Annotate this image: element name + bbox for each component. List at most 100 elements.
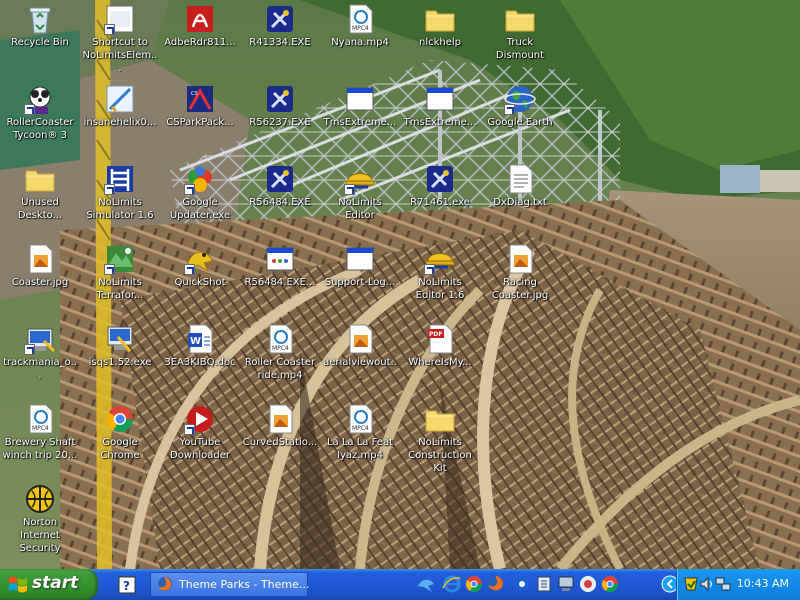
desktop-icon-label: R71461.exe: [410, 197, 470, 208]
chrome-icon[interactable]: [464, 574, 484, 594]
desktop-icon-google-earth[interactable]: Google Earth: [480, 80, 560, 160]
jpg-file-icon: [24, 243, 56, 275]
firefox-icon[interactable]: [486, 574, 506, 594]
desktop-icon-nlckhelp[interactable]: nlckhelp: [400, 0, 480, 80]
svg-text:?: ?: [123, 579, 130, 593]
desktop-icon-r56484-exe[interactable]: R56484.EXE: [240, 160, 320, 240]
desktop-icon-label: Roller Coaster ride.mp4: [244, 357, 316, 381]
desktop-icon-la-la-la[interactable]: MPC4 La La La Feat Iyaz.mp4: [320, 400, 400, 480]
desktop-icon-truck-dismount[interactable]: Truck Dismount: [480, 0, 560, 80]
installer-exe-icon: [264, 163, 296, 195]
desktop-icon-quickshot[interactable]: QuickShot: [160, 240, 240, 320]
recycle-bin-icon: [24, 3, 56, 35]
exe-setup-icon: [24, 323, 56, 355]
desktop-icon-norton[interactable]: Norton Internet Security: [0, 480, 80, 560]
desktop-icon-label: Google Chrome: [100, 437, 140, 461]
desktop-icon-racing-coaster[interactable]: Racing Coaster.jpg: [480, 240, 560, 320]
desktop-icon-label: Racing Coaster.jpg: [491, 277, 549, 301]
desktop-icon-3ea3kibq-doc[interactable]: W 3EA3KIBQ.doc: [160, 320, 240, 400]
svg-text:CS: CS: [191, 91, 198, 97]
media-icon[interactable]: [578, 574, 598, 594]
desktop-icon-brewery-shaft[interactable]: MPC4 Brewery Shaft winch trip 20...: [0, 400, 80, 480]
desktop-icon-label: Shortcut to NoLimitsElem...: [82, 37, 158, 74]
desktop-icon-whereismy[interactable]: PDF WhereIsMy...: [400, 320, 480, 400]
desktop-icon-r56484-exe-window[interactable]: R56484.EXE...: [240, 240, 320, 320]
desktop-icon-nolimits-terraformer[interactable]: NoLimits Terrafor...: [80, 240, 160, 320]
desktop-icon-google-chrome[interactable]: Google Chrome: [80, 400, 160, 480]
desktop-icon-tmsextreme-2[interactable]: TmsExtreme...: [400, 80, 480, 160]
desktop-icon-nolimits-editor-16[interactable]: NoLimits Editor 1.6: [400, 240, 480, 320]
desktop-icon-label: isqs1.52.exe: [88, 357, 152, 368]
desktop-icon-label: NoLimits Terrafor...: [96, 277, 144, 301]
windows-logo-icon: [9, 576, 27, 593]
desktop-icon-rollercoaster-tycoon[interactable]: RollerCoaster Tycoon® 3: [0, 80, 80, 160]
desktop-icon-support-log[interactable]: Support-Log...: [320, 240, 400, 320]
desktop-icon-label: NoLimits Construction Kit: [408, 437, 472, 474]
desktop-icon-recycle-bin[interactable]: Recycle Bin: [0, 0, 80, 80]
desktop-icon-label: Recycle Bin: [11, 37, 69, 48]
taskbar-button-firefox[interactable]: Theme Parks - Theme...: [150, 572, 310, 597]
folder-icon: [424, 3, 456, 35]
svg-text:PDF: PDF: [429, 331, 442, 338]
norton-tray-icon[interactable]: [683, 576, 699, 592]
desktop[interactable]: Recycle Bin RollerCoaster Tycoon® 3 Unus…: [0, 0, 800, 569]
desktop-icon-r71461-exe[interactable]: R71461.exe: [400, 160, 480, 240]
desktop-icon-label: La La La Feat Iyaz.mp4: [326, 437, 394, 461]
desktop-icon-shortcut-nolimits[interactable]: Shortcut to NoLimitsElem...: [80, 0, 160, 80]
ie-icon[interactable]: [442, 574, 462, 594]
installer-exe-icon: [264, 3, 296, 35]
desktop-icon-label: Brewery Shaft winch trip 20...: [2, 437, 78, 461]
desktop-icon-label: Nyana.mp4: [331, 37, 389, 48]
desktop-icon-nolimits-simulator[interactable]: NoLimits Simulator 1.6: [80, 160, 160, 240]
desktop-icon-nolimits-construction-kit[interactable]: NoLimits Construction Kit: [400, 400, 480, 480]
nolimits-editor-icon: [424, 243, 456, 275]
jpg-file-icon: [344, 323, 376, 355]
desktop-icon-label: Google Earth: [487, 117, 553, 128]
desktop-icon-aerialviewout[interactable]: aerialviewout...: [320, 320, 400, 400]
desktop-icon-insanehelix[interactable]: insanehelix0...: [80, 80, 160, 160]
network-icon[interactable]: [534, 574, 554, 594]
desktop-icon-trackmania[interactable]: trackmania_o...: [0, 320, 80, 400]
help-icon[interactable]: ?: [118, 576, 136, 594]
desktop-icon-label: TmsExtreme...: [403, 117, 477, 128]
nolimits-simulator-icon: [104, 163, 136, 195]
adobe-reader-installer-icon: [184, 3, 216, 35]
shortcut-app-icon: [104, 3, 136, 35]
messenger-icon[interactable]: [512, 574, 532, 594]
mp4-file-icon: MPC4: [344, 3, 376, 35]
desktop-icon-unused-desktop[interactable]: Unused Deskto...: [0, 160, 80, 240]
desktop-icon-r56237-exe[interactable]: R56237.EXE: [240, 80, 320, 160]
google-earth-icon: [504, 83, 536, 115]
volume-icon[interactable]: [699, 576, 715, 592]
desktop-icon-google-updater[interactable]: Google Updater.exe: [160, 160, 240, 240]
desktop-icon-coaster-jpg[interactable]: Coaster.jpg: [0, 240, 80, 320]
csparkpack-icon: CS: [184, 83, 216, 115]
desktop-icon-tmsextreme-1[interactable]: TmsExtreme...: [320, 80, 400, 160]
desktop-icon-label: NoLimits Editor 1.6: [415, 277, 465, 301]
start-button[interactable]: start: [0, 569, 98, 600]
jpg-file-icon: [264, 403, 296, 435]
network-tray-icon[interactable]: [715, 576, 731, 592]
desktop-icon-nyana-mp4[interactable]: MPC4 Nyana.mp4: [320, 0, 400, 80]
taskbar-button-label: Theme Parks - Theme...: [179, 578, 310, 591]
folder-icon: [424, 403, 456, 435]
desktop-icon-r41334-exe[interactable]: R41334.EXE: [240, 0, 320, 80]
desktop-icon-youtube-downloader[interactable]: YouTube Downloader: [160, 400, 240, 480]
exe-window-icon: [264, 243, 296, 275]
desktop-icon-roller-coaster-ride[interactable]: MPC4 Roller Coaster ride.mp4: [240, 320, 320, 400]
desktop-icon-adobe-reader[interactable]: AdbeRdr811...: [160, 0, 240, 80]
desktop-icon-label: WhereIsMy...: [408, 357, 472, 368]
desktop-icon-label: CurvedStatio...: [242, 437, 318, 448]
desktop-icon-nolimits-editor[interactable]: NoLimits Editor: [320, 160, 400, 240]
desktop-icon-label: QuickShot: [174, 277, 226, 288]
desktop-icon-curvedstation[interactable]: CurvedStatio...: [240, 400, 320, 480]
desktop-icon-csparkpack[interactable]: CS CSParkPack...: [160, 80, 240, 160]
desktop-icon-dxdiag-txt[interactable]: DxDiag.txt: [480, 160, 560, 240]
desktop-icon-isqs[interactable]: isqs1.52.exe: [80, 320, 160, 400]
desktop-icon-label: insanehelix0...: [83, 117, 157, 128]
chrome-icon[interactable]: [600, 574, 620, 594]
clock[interactable]: 10:43 AM: [737, 577, 789, 590]
bird-icon[interactable]: [416, 574, 436, 594]
desktop-icon-label: YouTube Downloader: [170, 437, 230, 461]
computer-icon[interactable]: [556, 574, 576, 594]
